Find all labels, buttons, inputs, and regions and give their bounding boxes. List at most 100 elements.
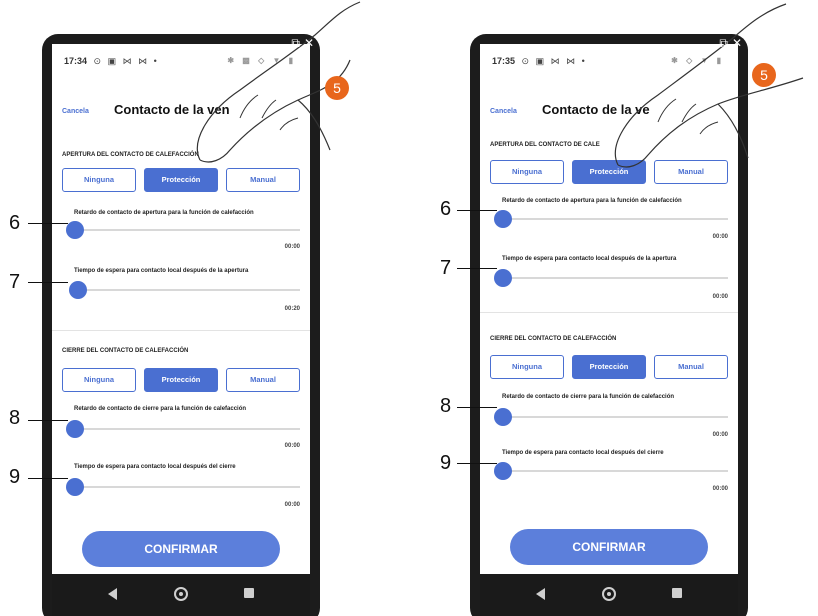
mode-manual-button[interactable]: Manual — [226, 368, 300, 392]
system-icons: ✱ ▩ ◇ ▼ ▮ — [227, 56, 296, 65]
callout-line — [457, 463, 497, 464]
slider-9-knob[interactable] — [494, 462, 512, 480]
section-divider — [480, 312, 738, 313]
mode-protection-button[interactable]: Protección — [144, 168, 218, 192]
slider-9-track[interactable] — [502, 470, 728, 472]
slider-6-knob[interactable] — [66, 221, 84, 239]
slider-7-track[interactable] — [502, 277, 728, 279]
callout-9: 9 — [9, 466, 21, 488]
closing-mode-group: Ninguna Protección Manual — [490, 355, 728, 379]
slider-7-value: 00:20 — [284, 306, 300, 312]
callout-7: 7 — [9, 271, 21, 293]
system-icons: ✱ ◇ ▼ ▮ — [671, 56, 724, 65]
android-nav-bar — [480, 574, 738, 616]
cancel-link[interactable]: Cancela — [62, 108, 89, 115]
step-badge: 5 — [325, 76, 349, 100]
mode-protection-button[interactable]: Protección — [572, 355, 646, 379]
slider-8-label: Retardo de contacto de cierre para la fu… — [74, 406, 247, 412]
status-bar: 17:35 ⊙ ▣ ⋈ ⋈ • ✱ ◇ ▼ ▮ — [480, 44, 738, 76]
opening-mode-group: Ninguna Protección Manual — [490, 160, 728, 184]
slider-8-knob[interactable] — [66, 420, 84, 438]
closing-section-title: CIERRE DEL CONTACTO DE CALEFACCIÓN — [62, 348, 189, 354]
phone-left: ⧉ ✕ 17:34 ⊙ ▣ ⋈ ⋈ • ✱ ▩ ◇ ▼ ▮ Cancela Con… — [42, 34, 320, 616]
slider-7-knob[interactable] — [69, 281, 87, 299]
closing-section-title: CIERRE DEL CONTACTO DE CALEFACCIÓN — [490, 336, 617, 342]
slider-9-label: Tiempo de espera para contacto local des… — [502, 450, 664, 456]
recents-icon[interactable] — [672, 588, 682, 598]
external-link-icon[interactable]: ⧉ — [291, 36, 300, 50]
page-title: Contacto de la ve — [542, 102, 650, 117]
slider-6-knob[interactable] — [494, 210, 512, 228]
callout-line — [28, 223, 68, 224]
closing-mode-group: Ninguna Protección Manual — [62, 368, 300, 392]
manual-page: ⧉ ✕ 17:34 ⊙ ▣ ⋈ ⋈ • ✱ ▩ ◇ ▼ ▮ Cancela Con… — [0, 0, 818, 616]
mode-none-button[interactable]: Ninguna — [62, 368, 136, 392]
app-screen: 17:34 ⊙ ▣ ⋈ ⋈ • ✱ ▩ ◇ ▼ ▮ Cancela Contac… — [52, 44, 310, 584]
slider-6-value: 00:00 — [284, 244, 300, 250]
mode-protection-button[interactable]: Protección — [144, 368, 218, 392]
status-time: 17:34 — [64, 56, 88, 66]
callout-line — [28, 478, 68, 479]
mode-none-button[interactable]: Ninguna — [490, 160, 564, 184]
opening-mode-group: Ninguna Protección Manual — [62, 168, 300, 192]
status-bar: 17:34 ⊙ ▣ ⋈ ⋈ • ✱ ▩ ◇ ▼ ▮ — [52, 44, 310, 76]
slider-8-value: 00:00 — [284, 443, 300, 449]
slider-7-track[interactable] — [74, 289, 300, 291]
mode-manual-button[interactable]: Manual — [654, 160, 728, 184]
external-link-icon[interactable]: ⧉ — [719, 36, 728, 50]
mode-manual-button[interactable]: Manual — [654, 355, 728, 379]
slider-7-value: 00:00 — [712, 294, 728, 300]
confirm-button[interactable]: CONFIRMAR — [82, 531, 280, 567]
slider-6-label: Retardo de contacto de apertura para la … — [502, 198, 682, 204]
opening-section-title: APERTURA DEL CONTACTO DE CALEFACCIÓN — [62, 152, 199, 158]
slider-8-knob[interactable] — [494, 408, 512, 426]
slider-6-label: Retardo de contacto de apertura para la … — [74, 210, 254, 216]
slider-6-track[interactable] — [502, 218, 728, 220]
callout-line — [28, 420, 68, 421]
slider-8-value: 00:00 — [712, 432, 728, 438]
slider-9-value: 00:00 — [712, 486, 728, 492]
callout-line — [457, 268, 497, 269]
overlay-icons: ⧉ ✕ — [287, 36, 314, 51]
slider-8-track[interactable] — [502, 416, 728, 418]
overlay-icons: ⧉ ✕ — [715, 36, 742, 51]
back-icon[interactable] — [536, 588, 545, 600]
close-icon[interactable]: ✕ — [304, 36, 314, 50]
mode-none-button[interactable]: Ninguna — [490, 355, 564, 379]
slider-7-label: Tiempo de espera para contacto local des… — [74, 268, 249, 274]
mode-manual-button[interactable]: Manual — [226, 168, 300, 192]
section-divider — [52, 330, 310, 331]
slider-6-track[interactable] — [74, 229, 300, 231]
cancel-link[interactable]: Cancela — [490, 108, 517, 115]
page-title: Contacto de la ven — [114, 102, 230, 117]
callout-line — [28, 282, 68, 283]
callout-7: 7 — [440, 257, 452, 279]
callout-8: 8 — [440, 395, 452, 417]
slider-9-track[interactable] — [74, 486, 300, 488]
status-icons: ⊙ ▣ ⋈ ⋈ • — [521, 56, 587, 66]
home-icon[interactable] — [602, 587, 616, 601]
callout-6: 6 — [9, 212, 21, 234]
callout-8: 8 — [9, 407, 21, 429]
android-nav-bar — [52, 574, 310, 616]
home-icon[interactable] — [174, 587, 188, 601]
callout-9: 9 — [440, 452, 452, 474]
slider-9-knob[interactable] — [66, 478, 84, 496]
mode-none-button[interactable]: Ninguna — [62, 168, 136, 192]
slider-8-label: Retardo de contacto de cierre para la fu… — [502, 394, 675, 400]
header: Cancela Contacto de la ven — [52, 94, 310, 124]
close-icon[interactable]: ✕ — [732, 36, 742, 50]
slider-6-value: 00:00 — [712, 234, 728, 240]
opening-section-title: APERTURA DEL CONTACTO DE CALE — [490, 142, 600, 148]
slider-7-knob[interactable] — [494, 269, 512, 287]
step-badge: 5 — [752, 63, 776, 87]
header: Cancela Contacto de la ve — [480, 94, 738, 124]
slider-8-track[interactable] — [74, 428, 300, 430]
recents-icon[interactable] — [244, 588, 254, 598]
confirm-button[interactable]: CONFIRMAR — [510, 529, 708, 565]
mode-protection-button[interactable]: Protección — [572, 160, 646, 184]
callout-line — [457, 407, 497, 408]
back-icon[interactable] — [108, 588, 117, 600]
app-screen: 17:35 ⊙ ▣ ⋈ ⋈ • ✱ ◇ ▼ ▮ Cancela Contacto… — [480, 44, 738, 584]
callout-6: 6 — [440, 198, 452, 220]
